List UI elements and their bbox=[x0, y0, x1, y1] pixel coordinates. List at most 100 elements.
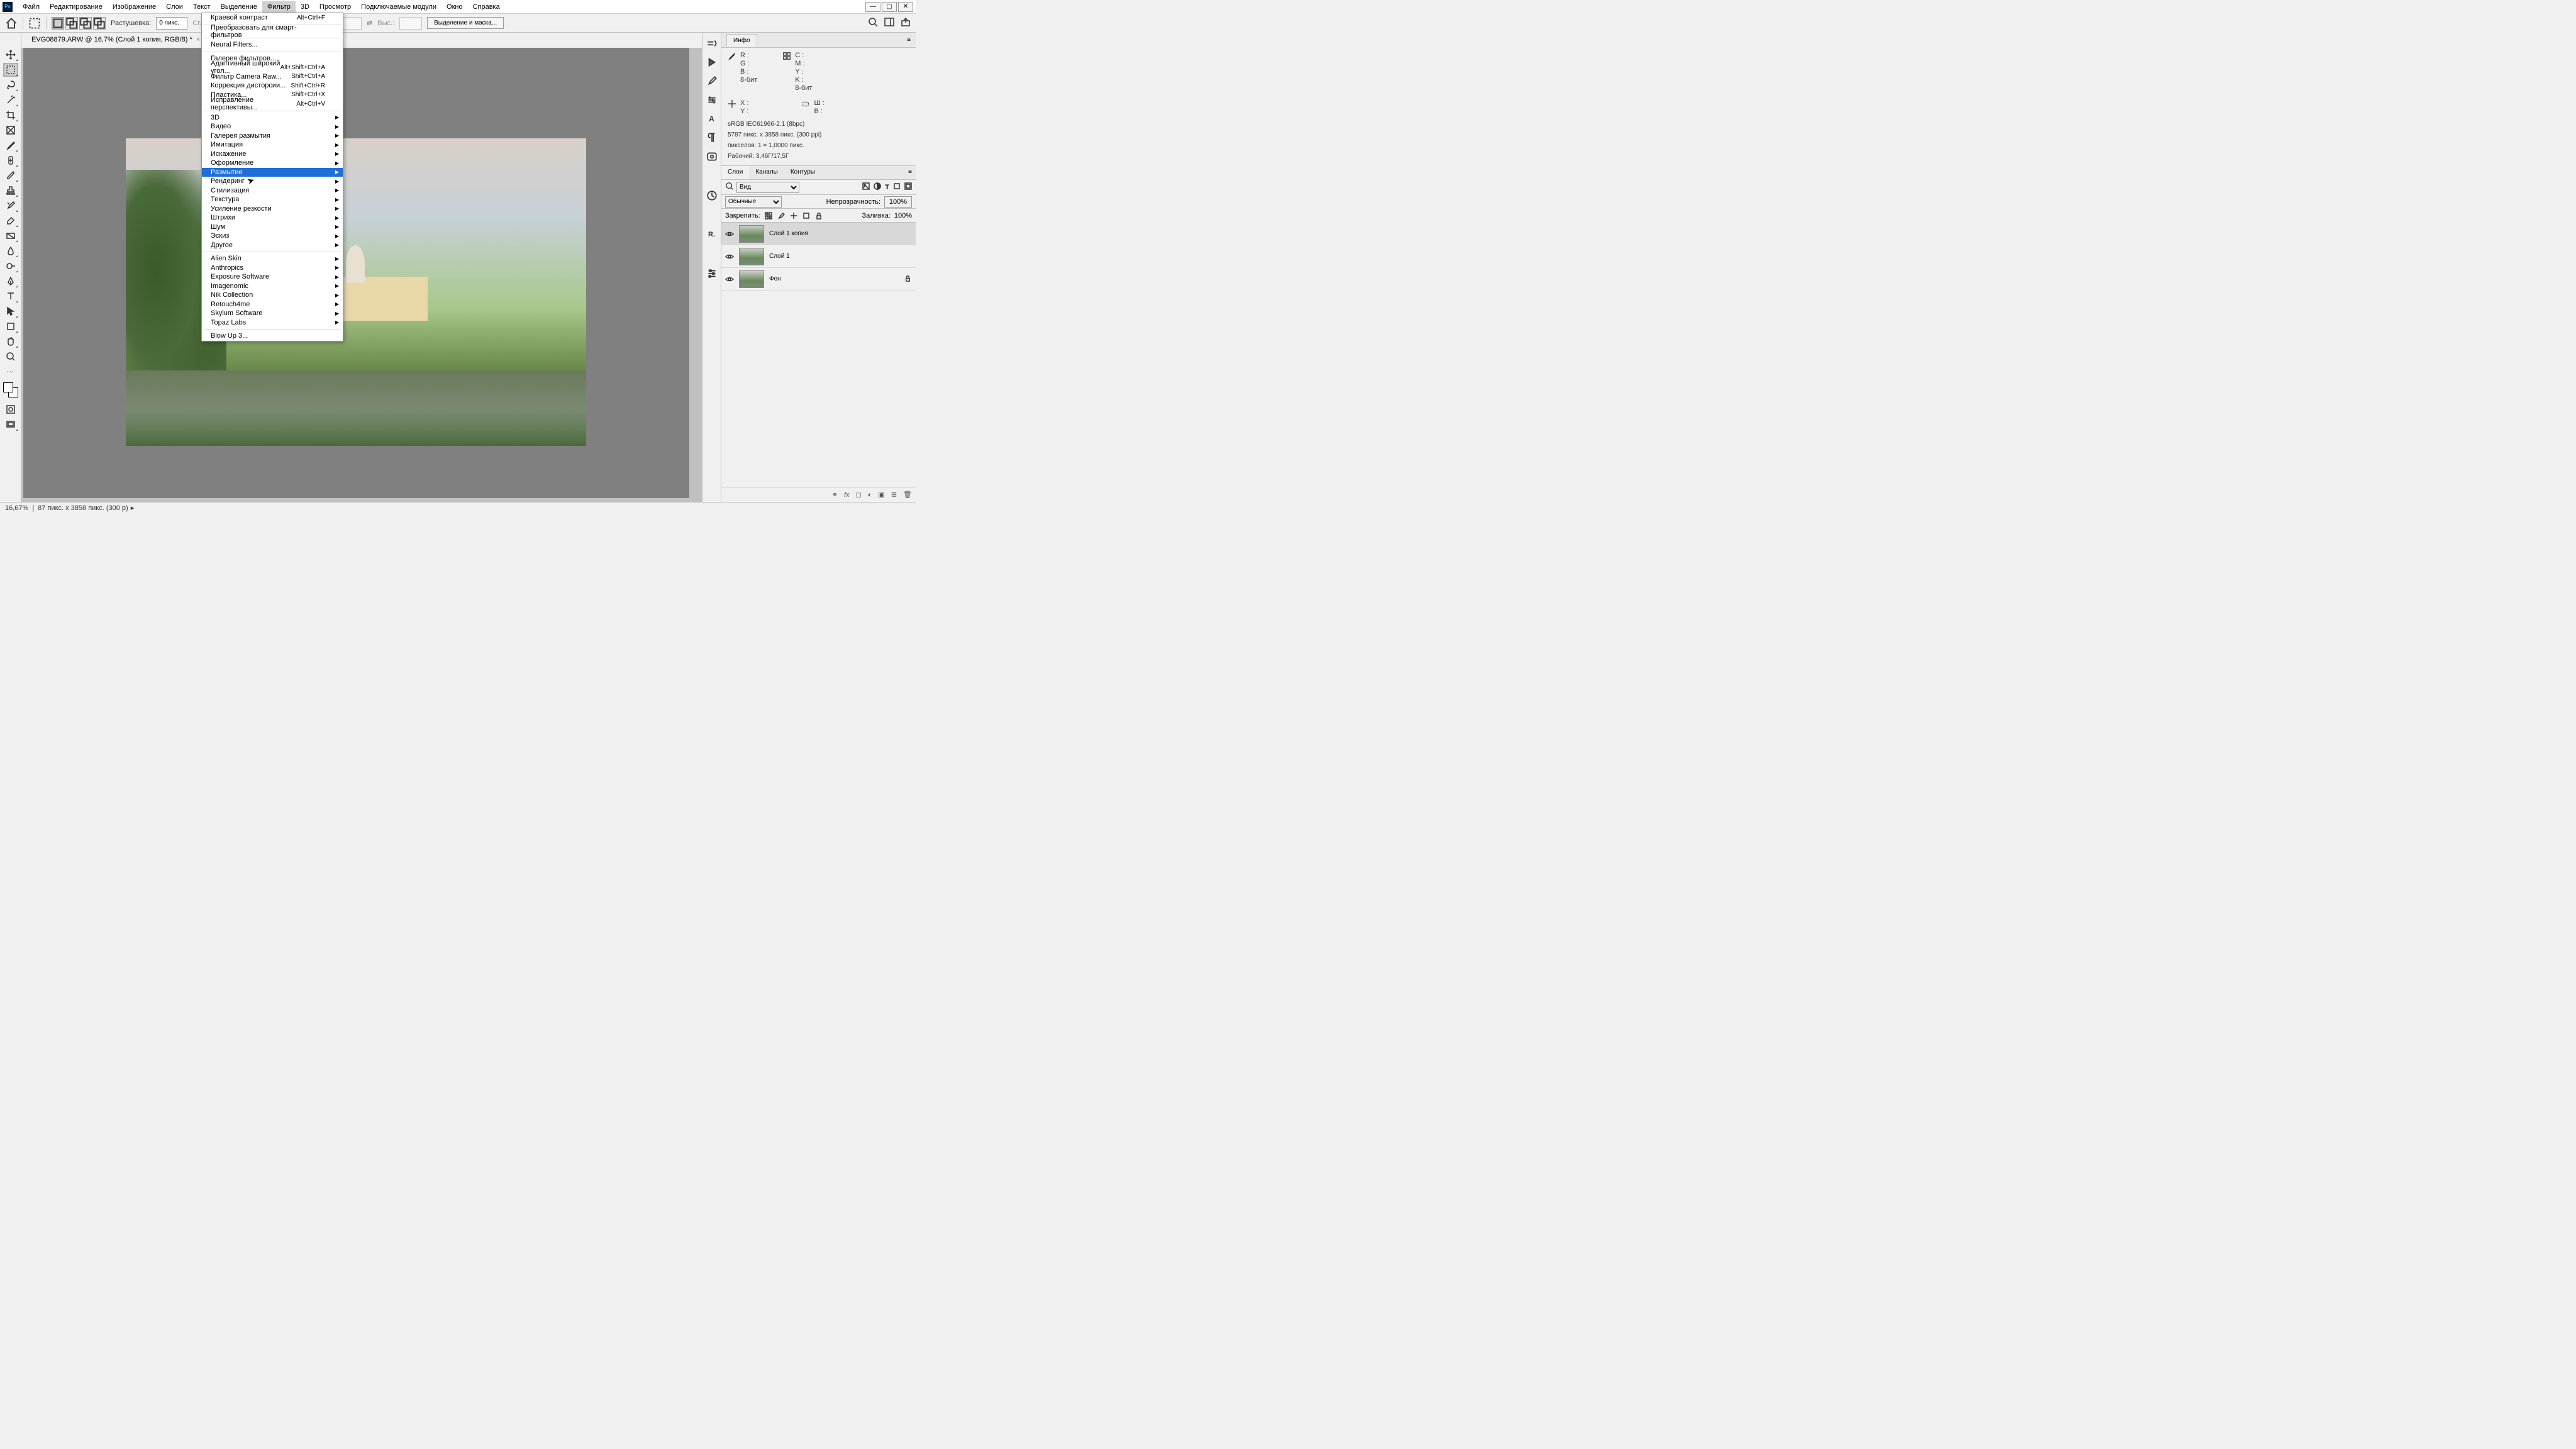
panel-icon-adjustments[interactable] bbox=[706, 94, 718, 106]
selection-subtract[interactable] bbox=[79, 17, 92, 30]
lock-move-icon[interactable] bbox=[789, 211, 798, 220]
layer-fx-icon[interactable]: fx bbox=[844, 491, 850, 499]
filter-menu-оформление[interactable]: Оформление▶ bbox=[202, 158, 343, 168]
filter-kind-icon[interactable] bbox=[725, 182, 734, 192]
filter-pixel-icon[interactable] bbox=[862, 182, 870, 192]
gradient-tool[interactable] bbox=[3, 229, 18, 243]
filter-menu-blow-up-3-[interactable]: Blow Up 3... bbox=[202, 331, 343, 341]
marquee-tool[interactable] bbox=[3, 63, 18, 77]
lasso-tool[interactable] bbox=[3, 78, 18, 92]
menu-item-просмотр[interactable]: Просмотр bbox=[314, 1, 356, 13]
eraser-tool[interactable] bbox=[3, 214, 18, 228]
filter-menu-имитация[interactable]: Имитация▶ bbox=[202, 140, 343, 150]
filter-menu-стилизация[interactable]: Стилизация▶ bbox=[202, 186, 343, 196]
filter-adjust-icon[interactable] bbox=[874, 182, 881, 192]
menu-item-подключаемые модули[interactable]: Подключаемые модули bbox=[356, 1, 441, 13]
search-icon[interactable] bbox=[868, 17, 878, 29]
menu-item-3d[interactable]: 3D bbox=[296, 1, 314, 13]
history-brush-tool[interactable] bbox=[3, 199, 18, 213]
workspace-icon[interactable] bbox=[884, 17, 894, 29]
filter-menu-imagenomic[interactable]: Imagenomic▶ bbox=[202, 282, 343, 291]
filter-menu-усиление-резкости[interactable]: Усиление резкости▶ bbox=[202, 204, 343, 214]
panel-icon-paragraph[interactable] bbox=[706, 132, 718, 143]
filter-menu-коррекция-дисторсии-[interactable]: Коррекция дисторсии...Shift+Ctrl+R bbox=[202, 81, 343, 91]
layer-name[interactable]: Фон bbox=[769, 275, 781, 282]
filter-smart-icon[interactable] bbox=[904, 182, 912, 192]
filter-menu-эскиз[interactable]: Эскиз▶ bbox=[202, 231, 343, 241]
layer-name[interactable]: Слой 1 bbox=[769, 253, 790, 260]
layer-name[interactable]: Слой 1 копия bbox=[769, 230, 808, 237]
menu-item-файл[interactable]: Файл bbox=[18, 1, 45, 13]
filter-menu-anthropics[interactable]: Anthropics▶ bbox=[202, 264, 343, 273]
color-swatches[interactable] bbox=[3, 382, 18, 397]
menu-item-справка[interactable]: Справка bbox=[468, 1, 505, 13]
adjustment-layer-icon[interactable]: ◐ bbox=[868, 491, 872, 499]
panel-icon-type[interactable]: A bbox=[706, 113, 718, 125]
filter-menu-фильтр-camera-raw-[interactable]: Фильтр Camera Raw...Shift+Ctrl+A bbox=[202, 72, 343, 82]
menu-item-окно[interactable]: Окно bbox=[441, 1, 468, 13]
panel-icon-sliders[interactable] bbox=[706, 268, 718, 279]
menu-item-текст[interactable]: Текст bbox=[188, 1, 216, 13]
select-and-mask-button[interactable]: Выделение и маска... bbox=[427, 17, 504, 29]
dodge-tool[interactable] bbox=[3, 259, 18, 273]
filter-menu-alien-skin[interactable]: Alien Skin▶ bbox=[202, 254, 343, 264]
menu-item-редактирование[interactable]: Редактирование bbox=[45, 1, 108, 13]
filter-menu-исправление-перспективы-[interactable]: Исправление перспективы...Alt+Ctrl+V bbox=[202, 99, 343, 109]
filter-menu-текстура[interactable]: Текстура▶ bbox=[202, 195, 343, 204]
filter-menu-штрихи[interactable]: Штрихи▶ bbox=[202, 213, 343, 223]
filter-shape-icon[interactable] bbox=[893, 182, 901, 192]
more-tools[interactable]: ⋯ bbox=[3, 365, 18, 379]
selection-new[interactable] bbox=[52, 17, 64, 30]
menu-item-выделение[interactable]: Выделение bbox=[216, 1, 262, 13]
filter-menu-размытие[interactable]: Размытие▶ bbox=[202, 168, 343, 177]
minimize-button[interactable]: — bbox=[865, 2, 880, 12]
feather-input[interactable] bbox=[156, 17, 187, 30]
filter-type-icon[interactable]: T bbox=[885, 184, 889, 191]
filter-menu-преобразовать-для-смарт-фильтров[interactable]: Преобразовать для смарт-фильтров bbox=[202, 27, 343, 36]
layers-menu-icon[interactable]: ≡ bbox=[904, 166, 916, 179]
link-layers-icon[interactable]: ⚭ bbox=[832, 491, 838, 499]
panel-icon-brush[interactable] bbox=[706, 75, 718, 87]
filter-menu-шум[interactable]: Шум▶ bbox=[202, 223, 343, 232]
info-panel-tab[interactable]: Инфо bbox=[726, 34, 757, 47]
eyedropper-tool[interactable] bbox=[3, 138, 18, 152]
layer-row[interactable]: Слой 1 bbox=[721, 245, 916, 268]
status-zoom[interactable]: 16,67% bbox=[5, 504, 28, 512]
stamp-tool[interactable] bbox=[3, 184, 18, 197]
blend-mode-select[interactable]: Обычные bbox=[725, 196, 782, 208]
menu-item-слои[interactable]: Слои bbox=[161, 1, 188, 13]
filter-menu-nik-collection[interactable]: Nik Collection▶ bbox=[202, 291, 343, 300]
panel-icon-history[interactable] bbox=[706, 38, 718, 49]
channels-tab[interactable]: Каналы bbox=[749, 166, 784, 179]
panel-icon-r[interactable]: R. bbox=[706, 229, 718, 240]
type-tool[interactable] bbox=[3, 289, 18, 303]
home-icon[interactable] bbox=[5, 17, 18, 30]
filter-menu-рендеринг[interactable]: Рендеринг▶ bbox=[202, 177, 343, 186]
filter-menu-краевой-контраст[interactable]: Краевой контрастAlt+Ctrl+F bbox=[202, 13, 343, 23]
document-tab[interactable]: EVG08879.ARW @ 16,7% (Слой 1 копия, RGB/… bbox=[25, 33, 702, 47]
paths-tab[interactable]: Контуры bbox=[784, 166, 821, 179]
layer-lock-icon[interactable] bbox=[904, 275, 912, 284]
quick-mask-icon[interactable] bbox=[3, 402, 18, 416]
path-select-tool[interactable] bbox=[3, 304, 18, 318]
layer-row[interactable]: Слой 1 копия bbox=[721, 223, 916, 245]
menu-item-изображение[interactable]: Изображение bbox=[108, 1, 161, 13]
document-tab-close[interactable]: × bbox=[196, 36, 200, 43]
frame-tool[interactable] bbox=[3, 123, 18, 137]
layer-visibility-icon[interactable] bbox=[725, 230, 734, 238]
filter-menu-topaz-labs[interactable]: Topaz Labs▶ bbox=[202, 318, 343, 328]
shape-tool[interactable] bbox=[3, 319, 18, 333]
layer-visibility-icon[interactable] bbox=[725, 252, 734, 261]
filter-menu-галерея-размытия[interactable]: Галерея размытия▶ bbox=[202, 131, 343, 141]
share-icon[interactable] bbox=[901, 17, 911, 29]
canvas-area[interactable]: EVG08879.ARW @ 16,7% (Слой 1 копия, RGB/… bbox=[21, 33, 702, 502]
filter-menu-видео[interactable]: Видео▶ bbox=[202, 122, 343, 131]
filter-menu-skylum-software[interactable]: Skylum Software▶ bbox=[202, 309, 343, 318]
new-layer-icon[interactable]: ⊞ bbox=[891, 491, 897, 499]
filter-kind-select[interactable]: Вид bbox=[736, 182, 799, 193]
opacity-value[interactable]: 100% bbox=[884, 196, 912, 208]
panel-icon-library[interactable] bbox=[706, 151, 718, 162]
filter-menu-neural-filters-[interactable]: Neural Filters... bbox=[202, 40, 343, 50]
filter-menu-retouch4me[interactable]: Retouch4me▶ bbox=[202, 300, 343, 309]
pen-tool[interactable] bbox=[3, 274, 18, 288]
